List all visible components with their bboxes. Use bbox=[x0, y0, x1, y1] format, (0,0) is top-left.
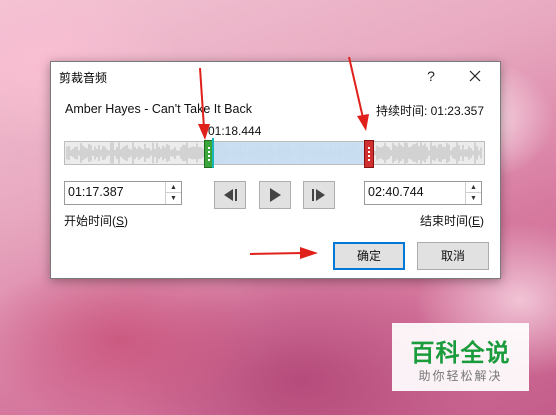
next-frame-button[interactable] bbox=[303, 181, 335, 209]
help-button[interactable]: ? bbox=[420, 65, 442, 87]
play-button[interactable] bbox=[259, 181, 291, 209]
watermark: 百科全说 助你轻松解决 bbox=[392, 323, 529, 391]
dialog-title: 剪裁音频 bbox=[59, 71, 108, 85]
cancel-button[interactable]: 取消 bbox=[417, 242, 489, 270]
trim-audio-dialog: 剪裁音频 ? Amber Hayes - Can't Take It Back … bbox=[50, 61, 501, 279]
start-time-field: ▲ ▼ bbox=[64, 181, 182, 205]
watermark-title: 百科全说 bbox=[410, 340, 511, 367]
end-trim-handle[interactable] bbox=[364, 140, 374, 168]
end-time-input[interactable] bbox=[365, 182, 464, 202]
end-time-up-icon[interactable]: ▲ bbox=[466, 182, 481, 193]
dialog-titlebar[interactable]: 剪裁音频 ? bbox=[51, 62, 500, 90]
end-time-label: 结束时间(E) bbox=[419, 214, 484, 228]
end-time-down-icon[interactable]: ▼ bbox=[466, 193, 481, 203]
start-time-down-icon[interactable]: ▼ bbox=[166, 193, 181, 203]
ok-button[interactable]: 确定 bbox=[333, 242, 405, 270]
start-time-input[interactable] bbox=[65, 182, 164, 202]
trim-selection-region bbox=[213, 142, 368, 164]
close-button[interactable] bbox=[464, 65, 486, 87]
play-icon bbox=[270, 188, 281, 202]
duration-readout: 持续时间: 01:23.357 bbox=[375, 104, 484, 118]
next-frame-icon bbox=[312, 189, 325, 201]
song-title: Amber Hayes - Can't Take It Back bbox=[65, 102, 252, 116]
audio-waveform[interactable] bbox=[64, 138, 485, 168]
close-icon bbox=[469, 70, 481, 82]
previous-frame-button[interactable] bbox=[214, 181, 246, 209]
playhead-marker[interactable] bbox=[212, 138, 214, 168]
start-time-label: 开始时间(S) bbox=[64, 214, 129, 228]
playhead-time-readout: 01:18.444 bbox=[208, 124, 262, 138]
end-time-field: ▲ ▼ bbox=[364, 181, 482, 205]
previous-frame-icon bbox=[224, 189, 237, 201]
watermark-subtitle: 助你轻松解决 bbox=[418, 369, 503, 383]
start-time-up-icon[interactable]: ▲ bbox=[166, 182, 181, 193]
